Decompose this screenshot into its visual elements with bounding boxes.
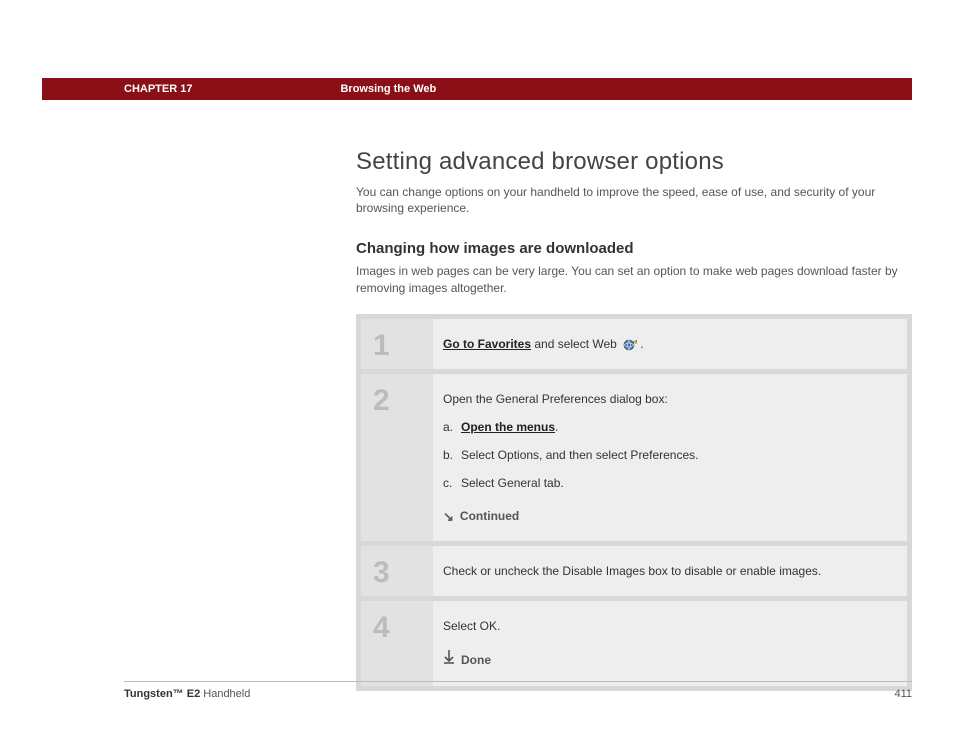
substep-text: Select General tab. [461, 474, 564, 492]
section-title: Changing how images are downloaded [356, 240, 912, 257]
continued-indicator: ↘ Continued [443, 506, 889, 526]
substep-label: a. [443, 418, 461, 436]
page-title: Setting advanced browser options [356, 148, 912, 176]
favorites-link[interactable]: Go to Favorites [443, 337, 531, 351]
step-lead: Open the General Preferences dialog box: [443, 390, 889, 408]
product-bold: Tungsten™ E2 [124, 688, 200, 700]
step-text: Select OK. [443, 617, 889, 635]
open-menus-link[interactable]: Open the menus [461, 420, 555, 434]
substep-label: b. [443, 446, 461, 464]
product-name: Tungsten™ E2 Handheld [124, 688, 250, 700]
footer: Tungsten™ E2 Handheld 411 [124, 688, 912, 700]
step-number: 2 [361, 374, 433, 542]
substep-label: c. [443, 474, 461, 492]
arrow-se-icon: ↘ [443, 507, 454, 527]
page-number: 411 [894, 688, 912, 700]
step-row: 1 Go to Favorites and select Web . [361, 319, 907, 369]
step-text: Check or uncheck the Disable Images box … [443, 564, 821, 578]
step-number: 1 [361, 319, 433, 369]
step-body: Select OK. Done [433, 601, 907, 686]
step-row: 3 Check or uncheck the Disable Images bo… [361, 546, 907, 596]
substep: b. Select Options, and then select Prefe… [443, 446, 889, 464]
arrow-down-icon [443, 649, 455, 670]
step-number: 4 [361, 601, 433, 686]
done-indicator: Done [443, 649, 889, 670]
step-trailing: . [640, 337, 643, 351]
main-content: Setting advanced browser options You can… [356, 148, 912, 691]
product-rest: Handheld [200, 688, 250, 700]
chapter-label: CHAPTER 17 [124, 83, 192, 95]
step-body: Go to Favorites and select Web . [433, 319, 907, 369]
done-label: Done [461, 651, 491, 669]
chapter-header: CHAPTER 17 Browsing the Web [42, 78, 912, 100]
chapter-title: Browsing the Web [340, 83, 436, 95]
step-text: and select Web [531, 337, 620, 351]
substeps: a. Open the menus. b. Select Options, an… [443, 418, 889, 492]
section-intro: Images in web pages can be very large. Y… [356, 263, 912, 295]
substep: c. Select General tab. [443, 474, 889, 492]
steps-container: 1 Go to Favorites and select Web . 2 Ope… [356, 314, 912, 692]
step-row: 2 Open the General Preferences dialog bo… [361, 374, 907, 542]
intro-text: You can change options on your handheld … [356, 184, 912, 216]
step-body: Check or uncheck the Disable Images box … [433, 546, 907, 596]
continued-label: Continued [460, 507, 519, 525]
substep-tail: . [555, 420, 558, 434]
step-row: 4 Select OK. Done [361, 601, 907, 686]
footer-rule [124, 681, 912, 682]
substep: a. Open the menus. [443, 418, 889, 436]
web-icon [622, 339, 638, 351]
step-number: 3 [361, 546, 433, 596]
substep-text: Select Options, and then select Preferen… [461, 446, 698, 464]
step-body: Open the General Preferences dialog box:… [433, 374, 907, 542]
